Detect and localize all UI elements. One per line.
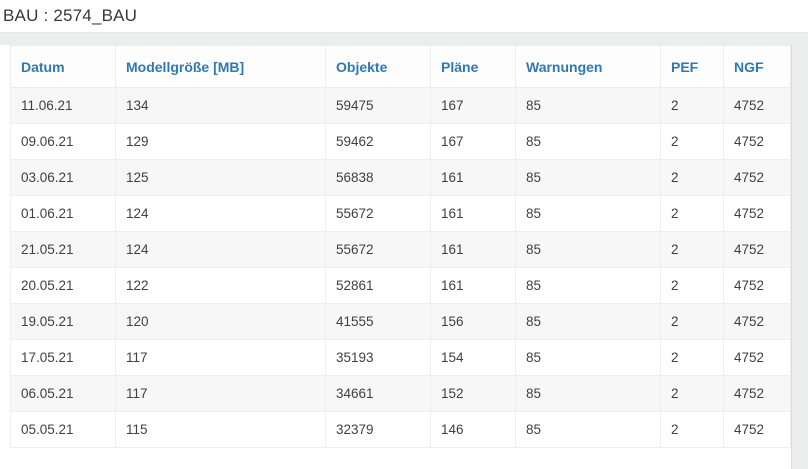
cell-objekte: 55672 [326, 232, 431, 268]
cell-pef: 2 [661, 232, 724, 268]
cell-objekte: 59475 [326, 88, 431, 124]
cell-plaene: 146 [431, 412, 516, 448]
cell-objekte: 35193 [326, 340, 431, 376]
cell-pef: 2 [661, 376, 724, 412]
column-header-modellgroesse: Modellgröße [MB] [116, 46, 326, 88]
cell-plaene: 161 [431, 160, 516, 196]
cell-modellgroesse: 134 [116, 88, 326, 124]
cell-plaene: 161 [431, 232, 516, 268]
cell-modellgroesse: 124 [116, 196, 326, 232]
cell-pef: 2 [661, 196, 724, 232]
table-body: 11.06.2113459475167852475209.06.21129594… [11, 88, 791, 448]
cell-plaene: 156 [431, 304, 516, 340]
cell-modellgroesse: 117 [116, 376, 326, 412]
cell-objekte: 32379 [326, 412, 431, 448]
column-header-pef: PEF [661, 46, 724, 88]
cell-datum: 17.05.21 [11, 340, 116, 376]
cell-modellgroesse: 115 [116, 412, 326, 448]
cell-objekte: 55672 [326, 196, 431, 232]
cell-warnungen: 85 [516, 376, 661, 412]
cell-ngf: 4752 [724, 124, 791, 160]
cell-datum: 21.05.21 [11, 232, 116, 268]
table-row: 19.05.21120415551568524752 [11, 304, 791, 340]
cell-modellgroesse: 125 [116, 160, 326, 196]
cell-ngf: 4752 [724, 376, 791, 412]
table-row: 20.05.21122528611618524752 [11, 268, 791, 304]
cell-ngf: 4752 [724, 412, 791, 448]
cell-datum: 03.06.21 [11, 160, 116, 196]
cell-pef: 2 [661, 160, 724, 196]
cell-warnungen: 85 [516, 340, 661, 376]
cell-warnungen: 85 [516, 124, 661, 160]
cell-pef: 2 [661, 88, 724, 124]
cell-pef: 2 [661, 124, 724, 160]
column-header-objekte: Objekte [326, 46, 431, 88]
cell-warnungen: 85 [516, 412, 661, 448]
cell-pef: 2 [661, 340, 724, 376]
cell-objekte: 41555 [326, 304, 431, 340]
table-row: 05.05.21115323791468524752 [11, 412, 791, 448]
cell-warnungen: 85 [516, 304, 661, 340]
cell-ngf: 4752 [724, 304, 791, 340]
column-header-ngf: NGF [724, 46, 791, 88]
cell-objekte: 34661 [326, 376, 431, 412]
cell-datum: 09.06.21 [11, 124, 116, 160]
cell-warnungen: 85 [516, 88, 661, 124]
cell-pef: 2 [661, 304, 724, 340]
table-row: 11.06.21134594751678524752 [11, 88, 791, 124]
cell-pef: 2 [661, 412, 724, 448]
cell-datum: 20.05.21 [11, 268, 116, 304]
cell-ngf: 4752 [724, 232, 791, 268]
column-header-datum: Datum [11, 46, 116, 88]
cell-pef: 2 [661, 268, 724, 304]
model-stats-table: Datum Modellgröße [MB] Objekte Pläne War… [10, 45, 791, 448]
table-row: 21.05.21124556721618524752 [11, 232, 791, 268]
cell-datum: 11.06.21 [11, 88, 116, 124]
cell-modellgroesse: 124 [116, 232, 326, 268]
table-header-row: Datum Modellgröße [MB] Objekte Pläne War… [11, 46, 791, 88]
column-header-warnungen: Warnungen [516, 46, 661, 88]
cell-plaene: 161 [431, 268, 516, 304]
cell-ngf: 4752 [724, 268, 791, 304]
cell-modellgroesse: 117 [116, 340, 326, 376]
cell-warnungen: 85 [516, 196, 661, 232]
cell-ngf: 4752 [724, 88, 791, 124]
cell-modellgroesse: 122 [116, 268, 326, 304]
cell-modellgroesse: 120 [116, 304, 326, 340]
cell-objekte: 59462 [326, 124, 431, 160]
cell-datum: 06.05.21 [11, 376, 116, 412]
table-row: 03.06.21125568381618524752 [11, 160, 791, 196]
table-row: 01.06.21124556721618524752 [11, 196, 791, 232]
cell-warnungen: 85 [516, 232, 661, 268]
cell-plaene: 152 [431, 376, 516, 412]
cell-plaene: 167 [431, 124, 516, 160]
cell-plaene: 167 [431, 88, 516, 124]
table-row: 09.06.21129594621678524752 [11, 124, 791, 160]
cell-objekte: 52861 [326, 268, 431, 304]
cell-datum: 19.05.21 [11, 304, 116, 340]
cell-ngf: 4752 [724, 196, 791, 232]
cell-ngf: 4752 [724, 340, 791, 376]
page-title: BAU : 2574_BAU [0, 6, 137, 26]
cell-plaene: 161 [431, 196, 516, 232]
cell-datum: 01.06.21 [11, 196, 116, 232]
table-row: 17.05.21117351931548524752 [11, 340, 791, 376]
cell-objekte: 56838 [326, 160, 431, 196]
titlebar: BAU : 2574_BAU [0, 0, 808, 33]
cell-datum: 05.05.21 [11, 412, 116, 448]
content-panel: Datum Modellgröße [MB] Objekte Pläne War… [0, 45, 792, 469]
column-header-plaene: Pläne [431, 46, 516, 88]
cell-plaene: 154 [431, 340, 516, 376]
cell-modellgroesse: 129 [116, 124, 326, 160]
cell-warnungen: 85 [516, 160, 661, 196]
table-row: 06.05.21117346611528524752 [11, 376, 791, 412]
cell-ngf: 4752 [724, 160, 791, 196]
cell-warnungen: 85 [516, 268, 661, 304]
